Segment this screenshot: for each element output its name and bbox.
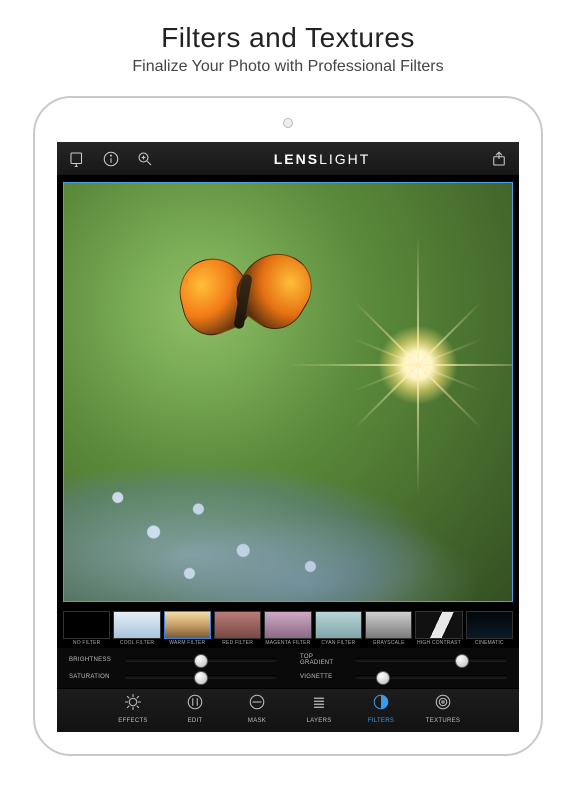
share-button[interactable] — [489, 149, 509, 169]
filter-strip: NO FILTERCOOL FILTER WARM FILTERRED FILTE… — [57, 608, 519, 648]
tab-mask[interactable]: MASK — [233, 693, 281, 732]
app-screen: LENSLIGHT NO FILTE — [57, 142, 519, 732]
top-gradient-label: TOP GRADIENT — [300, 654, 348, 666]
filter-thumb-cool-filter[interactable]: COOL FILTER — [113, 611, 160, 646]
filter-thumb-warm-filter[interactable]: WARM FILTER — [164, 611, 211, 646]
filter-swatch — [264, 611, 311, 639]
import-button[interactable] — [67, 149, 87, 169]
filter-thumb-cinematic[interactable]: CINEMATIC — [466, 611, 513, 646]
share-icon — [490, 150, 508, 168]
photo-preview[interactable] — [63, 182, 513, 602]
filter-label: WARM FILTER — [164, 640, 211, 646]
device-camera-icon — [283, 118, 293, 128]
filter-swatch — [214, 611, 261, 639]
photo-butterfly — [172, 250, 322, 350]
brightness-slider[interactable]: BRIGHTNESS — [69, 654, 276, 666]
slider-knob-icon[interactable] — [194, 654, 208, 668]
device-frame: LENSLIGHT NO FILTE — [33, 96, 543, 756]
filter-label: NO FILTER — [63, 640, 110, 646]
tab-edit[interactable]: EDIT — [171, 693, 219, 732]
import-icon — [68, 150, 86, 168]
info-icon — [102, 150, 120, 168]
filter-label: HIGH CONTRAST — [415, 640, 462, 646]
filter-label: RED FILTER — [214, 640, 261, 646]
vignette-track[interactable] — [356, 675, 507, 679]
tab-filters[interactable]: FILTERS — [357, 693, 405, 732]
tab-label: TEXTURES — [426, 718, 460, 724]
filter-thumb-red-filter[interactable]: RED FILTER — [214, 611, 261, 646]
saturation-track[interactable] — [125, 675, 276, 679]
app-title: LENSLIGHT — [274, 151, 371, 167]
tab-label: MASK — [248, 718, 266, 724]
bottom-tabbar: EFFECTS EDIT MASK LAYERS FILTERS TEXTURES — [57, 688, 519, 732]
filter-thumb-grayscale[interactable]: GRAYSCALE — [365, 611, 412, 646]
zoom-in-button[interactable] — [135, 149, 155, 169]
filter-swatch — [415, 611, 462, 639]
promo-subtitle: Finalize Your Photo with Professional Fi… — [0, 58, 576, 76]
zoom-in-icon — [136, 150, 154, 168]
filter-swatch — [164, 611, 211, 639]
brightness-track[interactable] — [125, 658, 276, 662]
filter-swatch — [63, 611, 110, 639]
tab-label: FILTERS — [368, 718, 394, 724]
brightness-label: BRIGHTNESS — [69, 657, 117, 663]
photo-flowers — [64, 371, 512, 601]
tab-label: EFFECTS — [118, 718, 147, 724]
tab-label: LAYERS — [306, 718, 331, 724]
info-button[interactable] — [101, 149, 121, 169]
top-toolbar: LENSLIGHT — [57, 142, 519, 176]
slider-knob-icon[interactable] — [455, 654, 469, 668]
mask-icon — [248, 693, 266, 716]
vignette-slider[interactable]: VIGNETTE — [300, 674, 507, 680]
filter-label: MAGENTA FILTER — [264, 640, 311, 646]
filter-label: COOL FILTER — [113, 640, 160, 646]
filter-label: CINEMATIC — [466, 640, 513, 646]
vignette-label: VIGNETTE — [300, 674, 348, 680]
top-gradient-slider[interactable]: TOP GRADIENT — [300, 654, 507, 666]
filter-thumb-high-contrast[interactable]: HIGH CONTRAST — [415, 611, 462, 646]
filter-swatch — [315, 611, 362, 639]
slider-knob-icon[interactable] — [194, 671, 208, 685]
filter-label: CYAN FILTER — [315, 640, 362, 646]
filter-label: GRAYSCALE — [365, 640, 412, 646]
top-gradient-track[interactable] — [356, 658, 507, 662]
promo-title: Filters and Textures — [0, 22, 576, 54]
saturation-label: SATURATION — [69, 674, 117, 680]
edit-icon — [186, 693, 204, 716]
filter-swatch — [466, 611, 513, 639]
filters-icon — [372, 693, 390, 716]
textures-icon — [434, 693, 452, 716]
tab-label: EDIT — [188, 718, 203, 724]
slider-panel: BRIGHTNESS TOP GRADIENT SATURATION VIGNE… — [57, 648, 519, 688]
tab-textures[interactable]: TEXTURES — [419, 693, 467, 732]
slider-knob-icon[interactable] — [376, 671, 390, 685]
layers-icon — [310, 693, 328, 716]
tab-effects[interactable]: EFFECTS — [109, 693, 157, 732]
filter-thumb-magenta-filter[interactable]: MAGENTA FILTER — [264, 611, 311, 646]
tab-layers[interactable]: LAYERS — [295, 693, 343, 732]
lens-flare-icon — [378, 325, 458, 405]
saturation-slider[interactable]: SATURATION — [69, 674, 276, 680]
canvas-area — [57, 176, 519, 608]
effects-icon — [124, 693, 142, 716]
filter-swatch — [113, 611, 160, 639]
filter-thumb-no-filter[interactable]: NO FILTER — [63, 611, 110, 646]
filter-swatch — [365, 611, 412, 639]
filter-thumb-cyan-filter[interactable]: CYAN FILTER — [315, 611, 362, 646]
